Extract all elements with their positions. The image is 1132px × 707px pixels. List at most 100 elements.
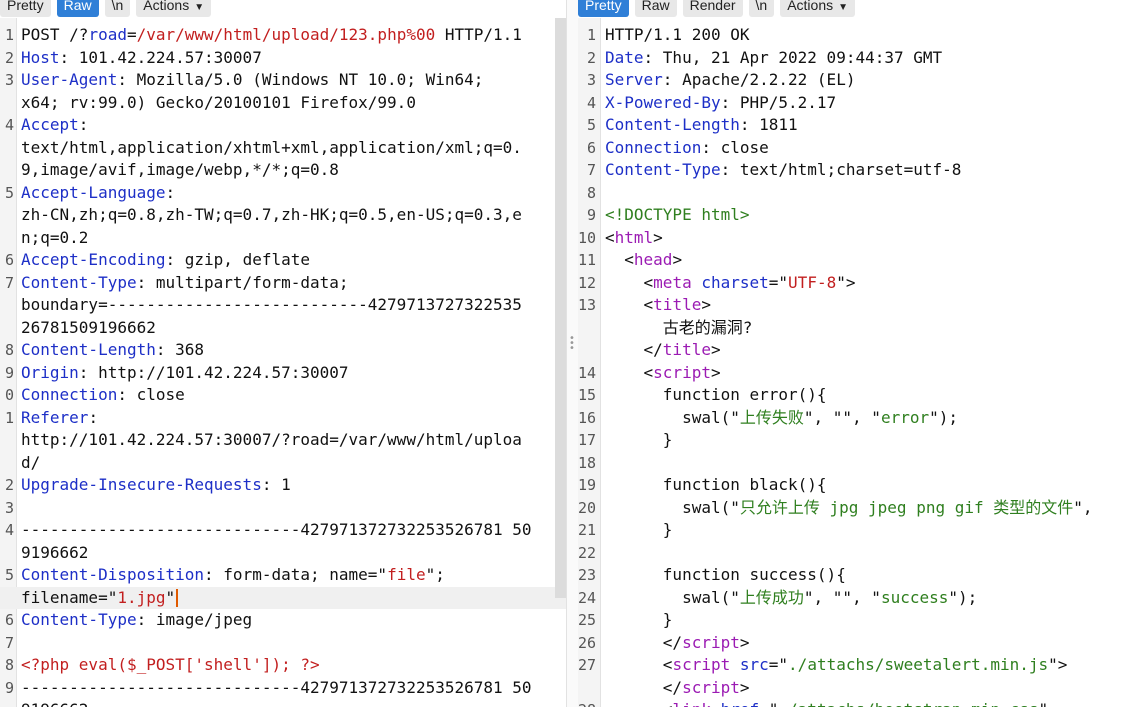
code-token: "; — [425, 565, 445, 584]
request-tab-pretty[interactable]: Pretty — [0, 0, 51, 17]
response-tab-pretty[interactable]: Pretty — [578, 0, 629, 17]
request-code-line: d/ — [0, 452, 566, 475]
code-token: : Mozilla/5.0 (Windows NT 10.0; Win64; — [117, 70, 484, 89]
code-token: : 368 — [155, 340, 205, 359]
line-code: } — [605, 519, 673, 542]
code-token: " — [1039, 700, 1049, 707]
code-token: n;q=0.2 — [21, 227, 89, 247]
line-number: 5 — [4, 566, 14, 584]
response-code-line: 4 X-Powered-By: PHP/5.2.17 — [578, 92, 1132, 115]
line-code: Server: Apache/2.2.22 (EL) — [605, 69, 855, 92]
code-token: "> — [836, 272, 856, 292]
code-token: Content-Type — [605, 160, 721, 179]
request-tabs: Pretty Raw \n Actions ▼ — [0, 0, 212, 17]
request-tab-n[interactable]: \n — [104, 0, 131, 17]
line-number: 26 — [578, 633, 597, 652]
request-code-line: 4 Accept: — [0, 114, 566, 137]
code-token: > — [653, 227, 663, 247]
code-token: success — [880, 587, 949, 607]
request-tab-raw[interactable]: Raw — [56, 0, 99, 17]
response-code-line: 5 Content-Length: 1811 — [578, 114, 1132, 137]
request-code-line: 7 — [0, 632, 566, 655]
code-token: = — [126, 25, 137, 44]
response-code-line: 17 } — [578, 429, 1132, 452]
code-token: : — [165, 182, 176, 202]
code-token: POST /? — [21, 25, 89, 44]
response-code-line: 18 — [578, 452, 1132, 475]
code-token: > — [710, 340, 721, 359]
code-token: Upgrade-Insecure-Requests — [21, 475, 262, 494]
code-token: title — [653, 295, 702, 314]
response-tab-n[interactable]: \n — [748, 0, 775, 17]
code-token: Connection — [605, 137, 702, 157]
line-number: 2 — [4, 48, 14, 67]
response-code-line: 11 <head> — [578, 249, 1132, 272]
code-token: function error(){ — [605, 385, 827, 404]
line-code: Date: Thu, 21 Apr 2022 09:44:37 GMT — [605, 47, 942, 70]
line-number: 22 — [578, 543, 597, 562]
line-code: -----------------------------42797137273… — [21, 519, 532, 542]
line-code: Content-Type: text/html;charset=utf-8 — [605, 159, 961, 182]
line-number: 7 — [4, 273, 14, 292]
tab-label: \n — [755, 0, 768, 13]
line-code: -----------------------------42797137273… — [21, 677, 532, 700]
response-code-line: 15 function error(){ — [578, 384, 1132, 407]
code-token: : multipart/form-data; — [136, 272, 349, 292]
response-pane: Pretty Raw Render \n Actions ▼ 1 HTTP/1.1 200 … — [578, 0, 1132, 707]
line-number: 3 — [4, 498, 14, 517]
line-number: 9 — [586, 206, 596, 224]
code-token: : form-data; name=" — [204, 565, 388, 584]
code-token: "); — [929, 407, 959, 427]
code-token: : — [78, 115, 89, 134]
request-editor[interactable]: 1 POST /?road=/var/www/html/upload/123.ph… — [0, 24, 566, 707]
code-token: HTTP/1.1 — [435, 25, 522, 44]
response-tab-raw[interactable]: Raw — [634, 0, 677, 17]
code-token: http://101.42.224.57:30007/?road=/var/ww… — [21, 430, 522, 449]
code-token: meta — [653, 272, 692, 292]
request-code-line: 9 -----------------------------4279713727… — [0, 677, 566, 700]
request-code-line: filename="1.jpg" — [0, 586, 566, 609]
code-token: 26781509196662 — [21, 317, 156, 337]
code-token: 上传失败 — [739, 407, 804, 427]
request-code-line: 5 Content-Disposition: form-data; name="f… — [0, 564, 566, 587]
code-token: " — [165, 587, 176, 607]
request-code-line: 0 Connection: close — [0, 384, 566, 407]
code-token: =" — [759, 700, 778, 707]
code-token: "> — [1048, 655, 1068, 674]
drag-handle-icon[interactable]: • • • — [569, 334, 575, 356]
code-token: : gzip, deflate — [165, 250, 311, 269]
code-token: </ — [605, 632, 683, 652]
request-tab-actions[interactable]: Actions ▼ — [136, 0, 212, 17]
request-code-line: x64; rv:99.0) Gecko/20100101 Firefox/99.… — [0, 92, 566, 115]
line-number: 24 — [578, 588, 597, 607]
code-token: 9196662 — [21, 700, 88, 707]
code-token: : Thu, 21 Apr 2022 09:44:37 GMT — [643, 47, 943, 67]
response-tab-render[interactable]: Render — [682, 0, 743, 17]
code-token: Date — [605, 47, 644, 67]
response-viewer[interactable]: 1 HTTP/1.1 200 OK 2 Date: Thu, 21 Apr 2022 … — [578, 24, 1132, 707]
response-tab-actions[interactable]: Actions ▼ — [780, 0, 856, 17]
tab-label: Raw — [63, 0, 92, 13]
line-number: 12 — [578, 273, 597, 292]
response-code-line: 16 swal("上传失败", "", "error"); — [578, 407, 1132, 430]
line-code: </script> — [605, 677, 750, 700]
response-code-line: 10 <html> — [578, 227, 1132, 250]
tab-label: Actions — [143, 0, 190, 13]
request-code-line: zh-CN,zh;q=0.8,zh-TW;q=0.7,zh-HK;q=0.5,e… — [0, 204, 566, 227]
request-code-line: 5 Accept-Language: — [0, 182, 566, 205]
line-number: 4 — [586, 93, 596, 112]
line-code: User-Agent: Mozilla/5.0 (Windows NT 10.0… — [21, 69, 483, 92]
request-code-line: 2 Upgrade-Insecure-Requests: 1 — [0, 474, 566, 497]
response-code-line: 14 <script> — [578, 362, 1132, 385]
request-scrollbar[interactable] — [555, 18, 566, 598]
code-token: boundary=---------------------------4279… — [21, 295, 522, 314]
code-token: Content-Length — [21, 340, 156, 359]
line-number: 5 — [586, 116, 596, 134]
code-token: ./attachs/bootstrap.min.css — [778, 700, 1038, 707]
line-code: <link href="./attachs/bootstrap.min.css" — [605, 699, 1048, 707]
line-number: 16 — [578, 408, 597, 427]
code-token: Content-Disposition — [21, 565, 205, 584]
line-number: 10 — [578, 228, 597, 247]
line-number: 7 — [586, 161, 596, 179]
line-number: 7 — [4, 633, 14, 652]
